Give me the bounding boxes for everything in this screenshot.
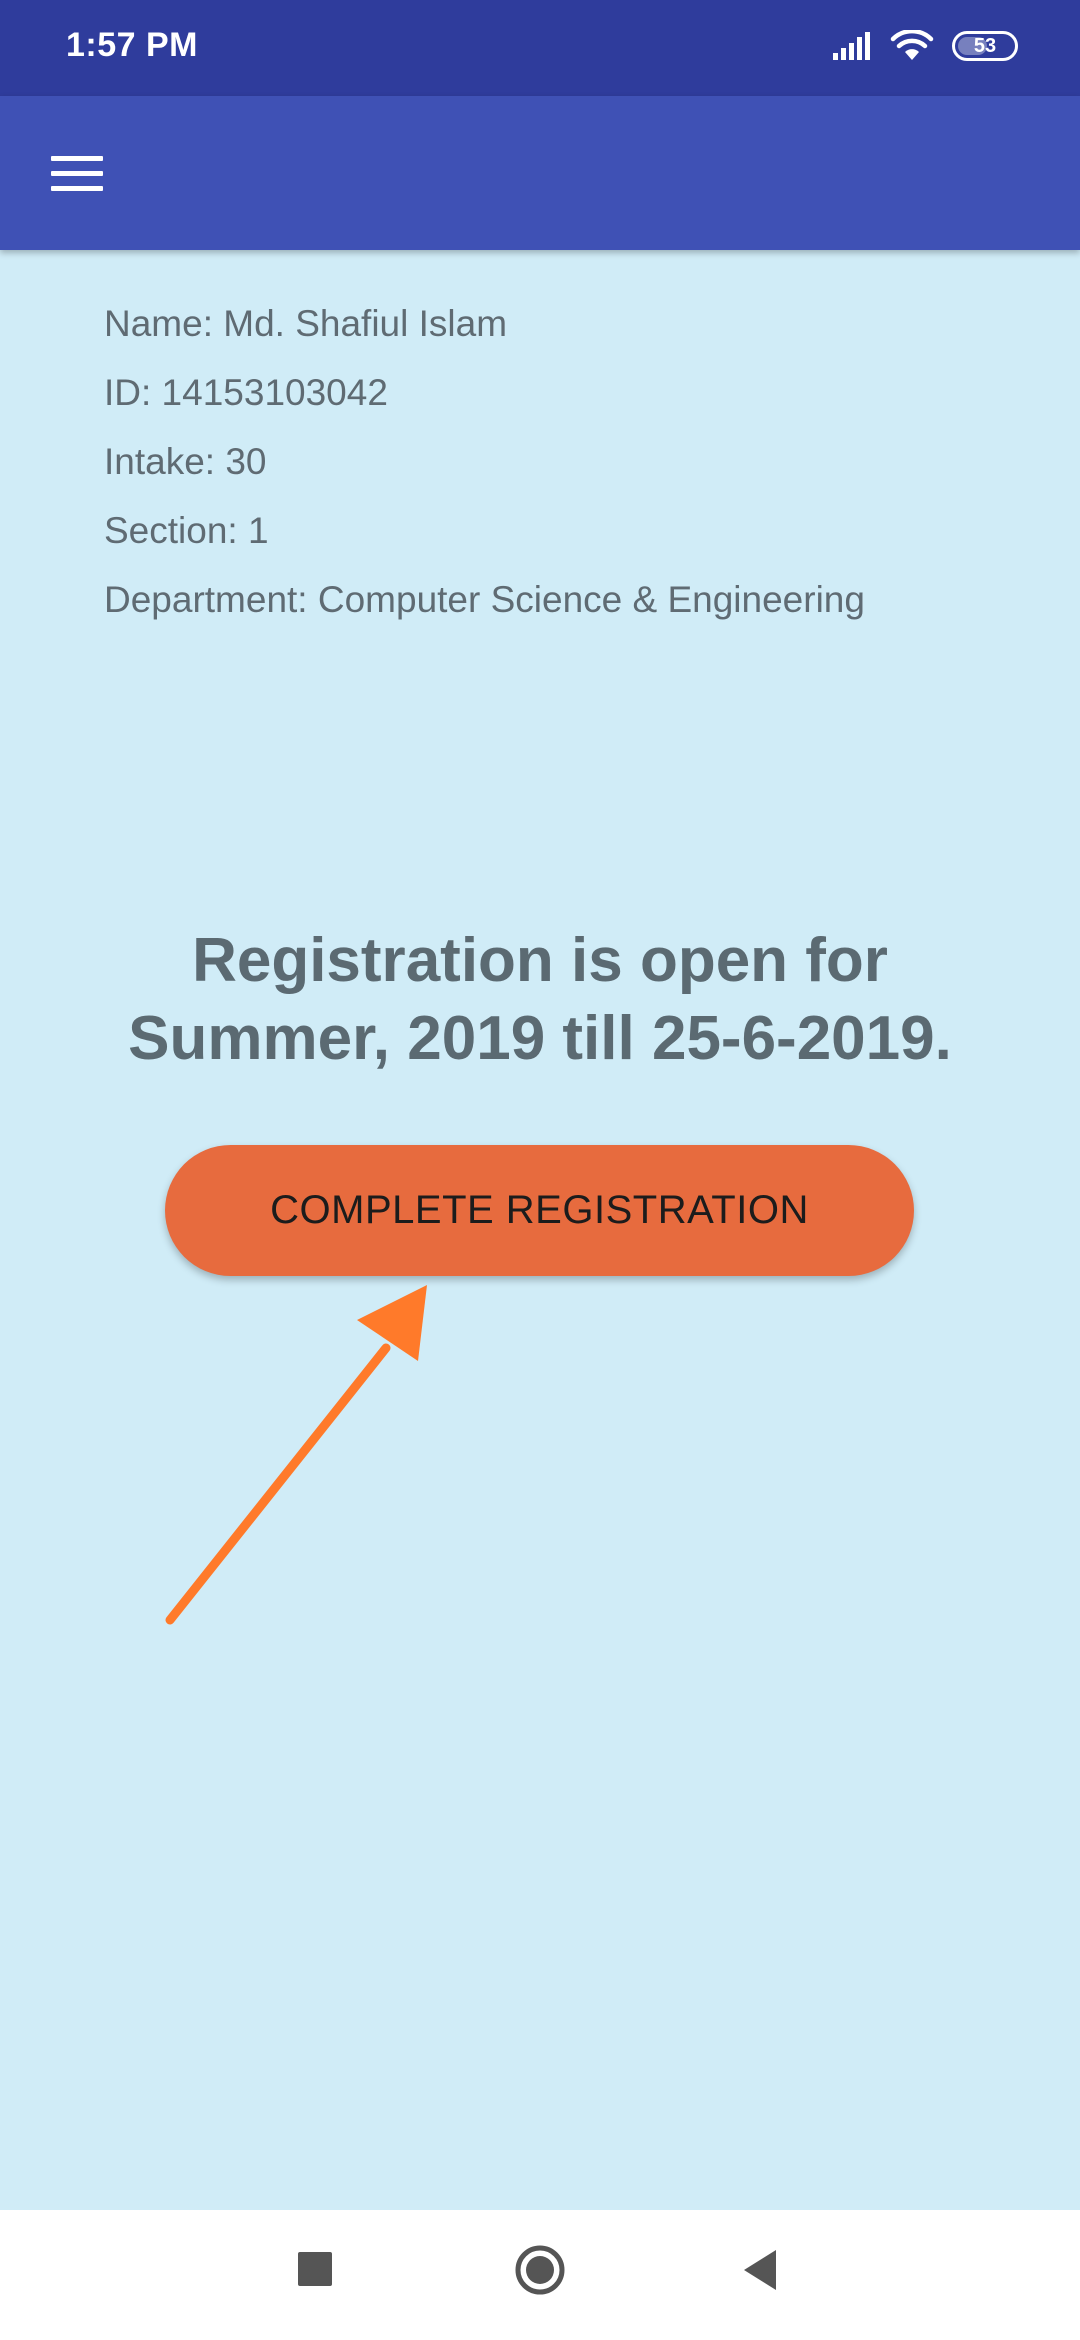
home-icon[interactable] [514, 2244, 566, 2296]
battery-icon: 53 [952, 31, 1018, 61]
complete-registration-button[interactable]: COMPLETE REGISTRATION [165, 1145, 914, 1276]
back-icon[interactable] [742, 2248, 778, 2292]
registration-heading-line1: Registration is open for [192, 926, 888, 995]
menu-icon-bar [51, 185, 103, 191]
battery-percent: 53 [973, 34, 997, 57]
student-info: Name: Md. Shafiul Islam ID: 14153103042 … [104, 298, 865, 643]
status-bar: 1:57 PM 53 [0, 0, 1080, 96]
student-department: Department: Computer Science & Engineeri… [104, 579, 865, 620]
signal-icon [833, 32, 870, 60]
menu-icon-bar [51, 155, 103, 161]
app-bar [0, 96, 1080, 250]
menu-icon-bar [51, 170, 103, 176]
registration-heading: Registration is open for Summer, 2019 ti… [40, 922, 1040, 1078]
menu-icon[interactable] [40, 136, 114, 210]
student-intake: Intake: 30 [104, 441, 267, 482]
navigation-bar [0, 2210, 1080, 2340]
wifi-icon [890, 30, 934, 60]
registration-heading-line2: Summer, 2019 till 25-6-2019. [128, 1004, 952, 1073]
status-icons: 53 [832, 30, 1018, 62]
recents-icon[interactable] [298, 2252, 332, 2286]
student-section: Section: 1 [104, 510, 269, 551]
student-name: Name: Md. Shafiul Islam [104, 303, 508, 344]
student-id: ID: 14153103042 [104, 372, 388, 413]
status-time: 1:57 PM [66, 26, 198, 64]
